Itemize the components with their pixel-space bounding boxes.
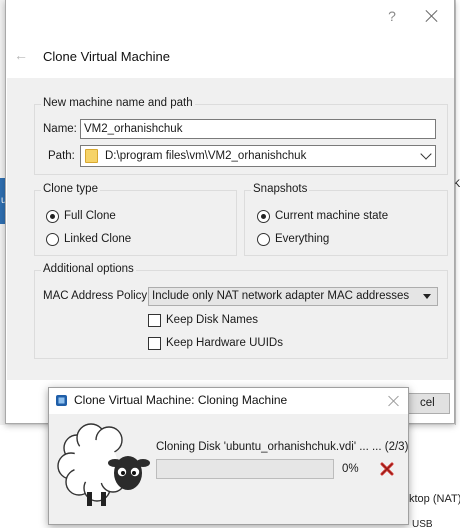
path-value: D:\program files\vm\VM2_orhanishchuk <box>105 150 307 162</box>
progress-bar <box>156 459 334 479</box>
dialog-content: New machine name and path Name: VM2_orha… <box>7 78 454 380</box>
name-path-group: New machine name and path Name: VM2_orha… <box>34 97 448 175</box>
close-icon[interactable] <box>422 6 442 26</box>
chevron-down-icon[interactable] <box>420 148 432 160</box>
help-button[interactable]: ? <box>384 7 400 25</box>
dialog-title: Clone Virtual Machine <box>43 49 170 64</box>
clone-type-group: Clone type Full Clone Linked Clone <box>34 183 237 256</box>
back-arrow-icon[interactable]: ← <box>14 48 30 62</box>
additional-options-group: Additional options MAC Address Policy: I… <box>34 263 448 359</box>
everything-radio[interactable] <box>257 233 270 246</box>
name-path-group-label: New machine name and path <box>41 97 195 109</box>
cancel-button-label: cel <box>420 397 435 409</box>
full-clone-label: Full Clone <box>64 210 116 222</box>
progress-window-title: Clone Virtual Machine: Cloning Machine <box>74 393 288 407</box>
additional-options-label: Additional options <box>41 263 136 275</box>
clone-vm-dialog: ? ← Clone Virtual Machine New machine na… <box>5 0 455 424</box>
sheep-illustration <box>57 423 150 506</box>
virtualbox-icon <box>56 395 67 406</box>
everything-label: Everything <box>275 233 330 245</box>
linked-clone-label: Linked Clone <box>64 233 132 245</box>
cloning-progress-window: Clone Virtual Machine: Cloning Machine C… <box>48 387 409 525</box>
keep-disk-names-label: Keep Disk Names <box>166 314 259 326</box>
snapshots-group-label: Snapshots <box>251 183 310 195</box>
mac-policy-select[interactable]: Include only NAT network adapter MAC add… <box>148 287 438 306</box>
mac-policy-label: MAC Address Policy: <box>43 290 151 302</box>
keep-hw-uuids-label: Keep Hardware UUIDs <box>166 337 283 349</box>
mac-policy-value: Include only NAT network adapter MAC add… <box>152 290 410 302</box>
name-input[interactable]: VM2_orhanishchuk <box>80 119 436 139</box>
current-state-label: Current machine state <box>275 210 389 222</box>
background-usb-fragment: USB <box>412 519 433 528</box>
clone-type-group-label: Clone type <box>41 183 100 195</box>
keep-disk-names-checkbox[interactable] <box>148 314 161 327</box>
current-state-radio[interactable] <box>257 210 270 223</box>
cancel-operation-icon[interactable] <box>380 462 394 476</box>
linked-clone-radio[interactable] <box>46 233 59 246</box>
path-label: Path: <box>48 150 75 162</box>
path-combo[interactable]: D:\program files\vm\VM2_orhanishchuk <box>80 145 436 167</box>
progress-operation-text: Cloning Disk 'ubuntu_orhanishchuk.vdi' .… <box>156 441 409 453</box>
folder-icon <box>85 149 98 163</box>
keep-hw-uuids-checkbox[interactable] <box>148 337 161 350</box>
dropdown-arrow-icon <box>423 294 431 299</box>
full-clone-radio[interactable] <box>46 210 59 223</box>
snapshots-group: Snapshots Current machine state Everythi… <box>244 183 448 256</box>
progress-percent: 0% <box>342 463 359 475</box>
progress-close-icon[interactable] <box>388 395 400 407</box>
name-label: Name: <box>43 123 77 135</box>
background-network-fragment: ktop (NAT) <box>409 493 460 505</box>
